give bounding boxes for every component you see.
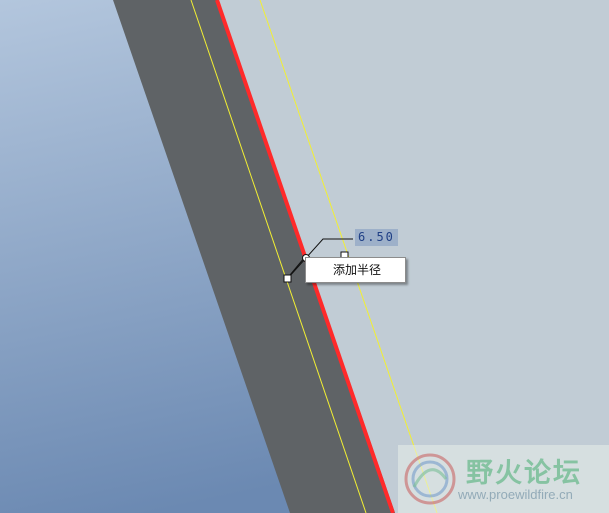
watermark-title: 野火论坛 — [466, 458, 582, 489]
cad-viewport[interactable]: 6.50 添加半径 野火论坛 www.proewildfire.cn — [0, 0, 609, 513]
dimension-value[interactable]: 6.50 — [355, 229, 398, 246]
watermark-url: www.proewildfire.cn — [458, 487, 573, 502]
drag-handle-start[interactable] — [283, 274, 292, 283]
context-menu: 添加半径 — [305, 257, 406, 283]
watermark: 野火论坛 www.proewildfire.cn — [398, 445, 609, 513]
menu-item-add-radius[interactable]: 添加半径 — [333, 263, 381, 277]
watermark-logo-icon — [404, 453, 456, 505]
